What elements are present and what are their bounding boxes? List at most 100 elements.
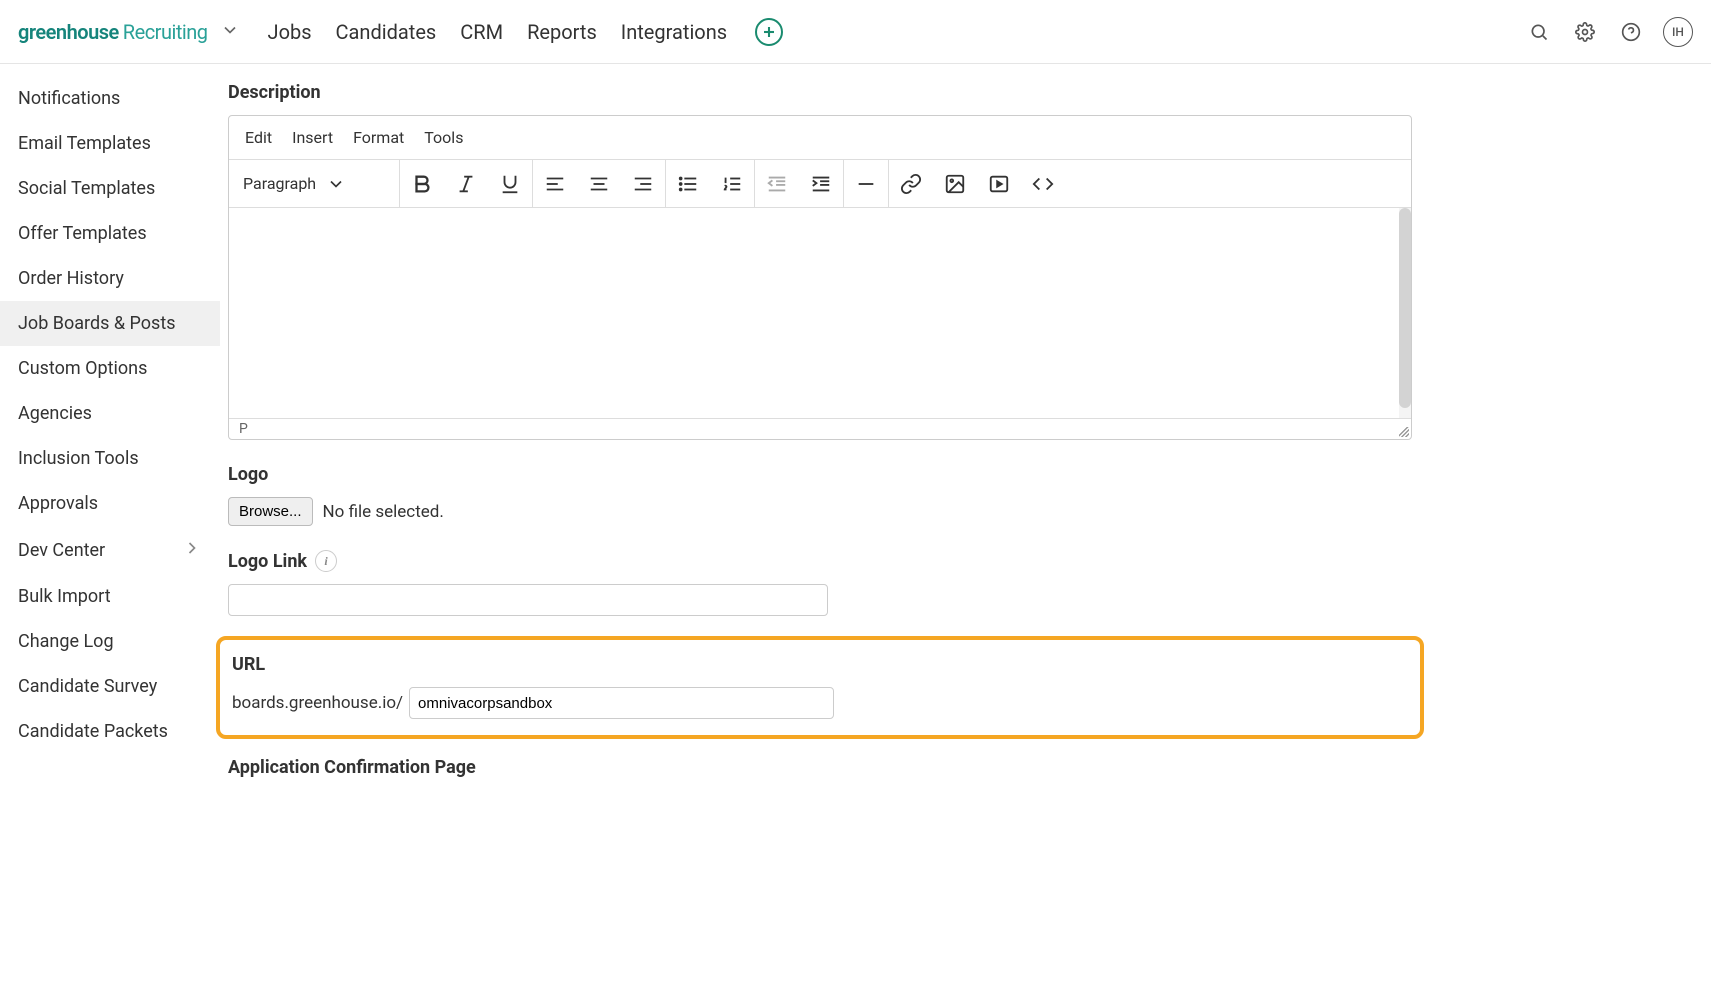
video-icon [988,173,1010,195]
user-avatar[interactable]: IH [1663,17,1693,47]
search-button[interactable] [1525,18,1553,46]
url-section-title: URL [232,654,1420,675]
indent-icon [810,173,832,195]
underline-button[interactable] [488,173,532,195]
logo-section-title: Logo [228,464,1412,485]
sidebar-item-bulk-import[interactable]: Bulk Import [0,574,220,619]
link-button[interactable] [889,173,933,195]
chevron-down-icon [220,20,240,44]
numbered-list-button[interactable] [710,173,754,195]
bold-button[interactable] [400,173,444,195]
editor-element-path: P [239,421,248,437]
align-center-button[interactable] [577,173,621,195]
image-button[interactable] [933,173,977,195]
editor-content-area[interactable] [229,208,1411,418]
editor-menu-tools[interactable]: Tools [424,128,463,147]
sidebar-item-candidate-survey[interactable]: Candidate Survey [0,664,220,709]
sidebar-item-label: Bulk Import [18,586,111,607]
url-prefix-text: boards.greenhouse.io/ [232,693,403,713]
top-navigation-bar: greenhouse Recruiting Jobs Candidates CR… [0,0,1711,64]
settings-button[interactable] [1571,18,1599,46]
block-format-select[interactable]: Paragraph [229,174,399,194]
sidebar-item-label: Change Log [18,631,114,652]
editor-resize-handle[interactable] [1399,427,1409,437]
sidebar-item-label: Job Boards & Posts [18,313,176,334]
sidebar-item-dev-center[interactable]: Dev Center [0,526,220,574]
block-format-label: Paragraph [243,174,316,193]
avatar-initials: IH [1672,25,1684,39]
url-slug-input[interactable] [409,687,834,719]
sidebar-item-label: Custom Options [18,358,147,379]
editor-scrollbar[interactable] [1399,208,1411,418]
sidebar-item-label: Approvals [18,493,98,514]
rich-text-editor: Edit Insert Format Tools Paragraph [228,115,1412,440]
sidebar-item-social-templates[interactable]: Social Templates [0,166,220,211]
app-confirmation-section-title: Application Confirmation Page [228,757,1412,778]
outdent-button[interactable] [755,173,799,195]
sidebar-item-job-boards-posts[interactable]: Job Boards & Posts [0,301,220,346]
primary-nav: Jobs Candidates CRM Reports Integrations [268,20,728,44]
sidebar-item-custom-options[interactable]: Custom Options [0,346,220,391]
editor-menu-insert[interactable]: Insert [292,128,333,147]
align-right-button[interactable] [621,173,665,195]
help-icon [1621,22,1641,42]
editor-menubar: Edit Insert Format Tools [229,116,1411,160]
editor-toolbar: Paragraph [229,160,1411,208]
sidebar-item-label: Inclusion Tools [18,448,139,469]
hr-button[interactable] [844,173,888,195]
align-left-button[interactable] [533,173,577,195]
editor-menu-edit[interactable]: Edit [245,128,272,147]
sidebar-item-label: Order History [18,268,124,289]
nav-integrations[interactable]: Integrations [621,20,727,44]
italic-button[interactable] [444,173,488,195]
nav-reports[interactable]: Reports [527,20,597,44]
scrollbar-thumb[interactable] [1399,208,1411,408]
file-status-text: No file selected. [323,502,444,522]
sidebar-item-label: Notifications [18,88,120,109]
sidebar-item-agencies[interactable]: Agencies [0,391,220,436]
search-icon [1529,22,1549,42]
editor-menu-format[interactable]: Format [353,128,404,147]
sidebar-item-approvals[interactable]: Approvals [0,481,220,526]
gear-icon [1575,22,1595,42]
bullet-list-button[interactable] [666,173,710,195]
logo-link-section-title: Logo Link i [228,550,1412,572]
help-button[interactable] [1617,18,1645,46]
editor-status-bar: P [229,418,1411,439]
nav-jobs[interactable]: Jobs [268,20,312,44]
align-right-icon [632,173,654,195]
sidebar-item-inclusion-tools[interactable]: Inclusion Tools [0,436,220,481]
logo-file-row: Browse... No file selected. [228,497,1412,526]
info-icon[interactable]: i [315,550,337,572]
sidebar-item-label: Agencies [18,403,92,424]
bullet-list-icon [677,173,699,195]
sidebar-item-order-history[interactable]: Order History [0,256,220,301]
add-button[interactable] [755,18,783,46]
nav-candidates[interactable]: Candidates [336,20,437,44]
sidebar-item-label: Offer Templates [18,223,147,244]
logo-link-input[interactable] [228,584,828,616]
code-button[interactable] [1021,173,1065,195]
nav-crm[interactable]: CRM [460,20,503,44]
video-button[interactable] [977,173,1021,195]
top-right-actions: IH [1525,17,1693,47]
product-switcher[interactable]: greenhouse Recruiting [18,20,240,44]
sidebar-item-notifications[interactable]: Notifications [0,76,220,121]
sidebar-item-email-templates[interactable]: Email Templates [0,121,220,166]
indent-button[interactable] [799,173,843,195]
sidebar-item-offer-templates[interactable]: Offer Templates [0,211,220,256]
italic-icon [455,173,477,195]
sidebar-item-candidate-packets[interactable]: Candidate Packets [0,709,220,754]
horizontal-rule-icon [855,173,877,195]
browse-button[interactable]: Browse... [228,497,313,526]
sidebar-item-change-log[interactable]: Change Log [0,619,220,664]
main-content: Description Edit Insert Format Tools Par… [220,64,1440,808]
numbered-list-icon [721,173,743,195]
sidebar-item-label: Social Templates [18,178,155,199]
sidebar-item-label: Email Templates [18,133,151,154]
image-icon [944,173,966,195]
outdent-icon [766,173,788,195]
plus-icon [759,22,779,42]
code-icon [1032,173,1054,195]
sidebar-item-label: Dev Center [18,540,105,561]
